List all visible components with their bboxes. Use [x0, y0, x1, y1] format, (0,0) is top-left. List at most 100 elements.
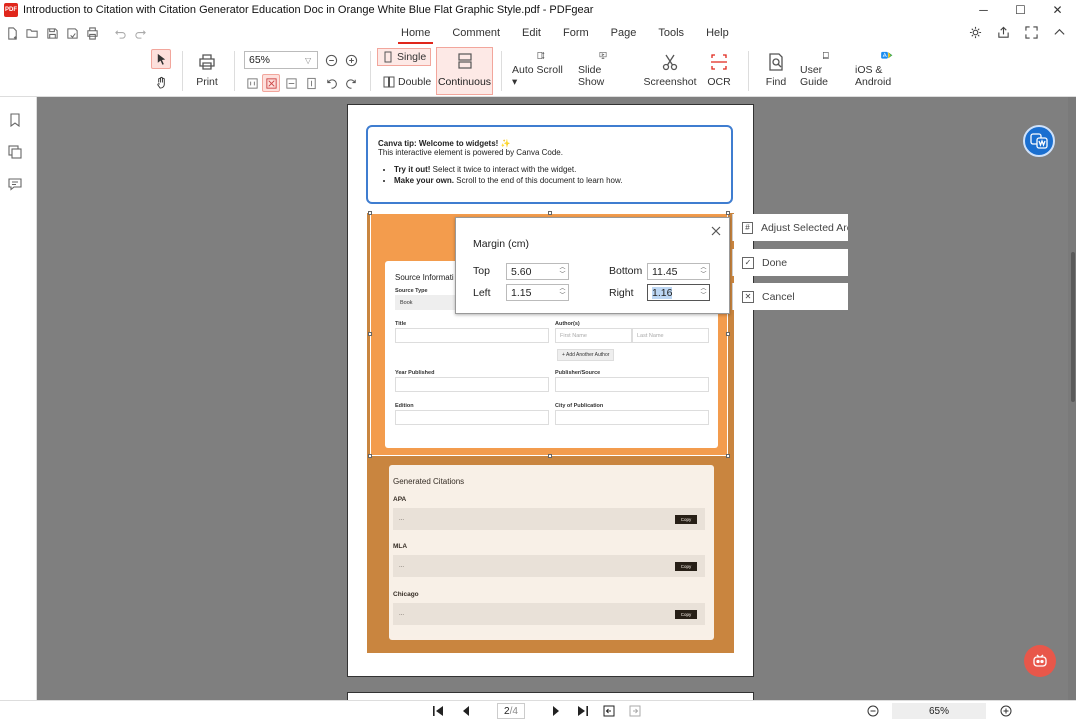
- cancel-button[interactable]: ✕ Cancel: [732, 283, 848, 310]
- undo-icon[interactable]: [112, 25, 128, 41]
- page-number-input[interactable]: 2/4: [497, 703, 525, 719]
- prev-page-icon[interactable]: [458, 704, 474, 718]
- comments-icon[interactable]: [8, 177, 24, 193]
- save-icon[interactable]: [44, 25, 60, 41]
- find-button[interactable]: Find: [762, 51, 790, 88]
- new-file-icon[interactable]: [4, 25, 20, 41]
- ai-assistant-button[interactable]: [1024, 645, 1056, 677]
- publisher-field[interactable]: [555, 377, 709, 392]
- ocr-icon: [711, 54, 727, 70]
- document-viewer[interactable]: Canva tip: Welcome to widgets! ✨ This in…: [37, 97, 1076, 700]
- book-icon: [823, 52, 829, 59]
- print-small-icon[interactable]: [84, 25, 100, 41]
- ocr-button[interactable]: OCR: [704, 51, 734, 88]
- rotate-right-icon[interactable]: [342, 74, 360, 92]
- theme-icon[interactable]: [966, 24, 984, 40]
- resize-handle[interactable]: [368, 211, 372, 215]
- double-page-icon: [383, 76, 395, 88]
- top-margin-input[interactable]: 5.60 ︿ ﹀: [506, 263, 569, 280]
- bookmark-icon[interactable]: [8, 113, 24, 129]
- maximize-button[interactable]: ☐: [1002, 0, 1039, 20]
- status-zoom-value[interactable]: 65%: [892, 703, 986, 719]
- tab-edit[interactable]: Edit: [511, 20, 552, 45]
- print-button[interactable]: Print: [191, 51, 223, 88]
- fit-width-icon[interactable]: [282, 74, 300, 92]
- thumbnails-icon[interactable]: [8, 145, 24, 161]
- close-window-button[interactable]: ✕: [1039, 0, 1076, 20]
- select-tool-icon[interactable]: [151, 49, 171, 69]
- right-margin-input[interactable]: 1.16 ︿ ﹀: [647, 284, 710, 301]
- tab-comment[interactable]: Comment: [441, 20, 511, 45]
- resize-handle[interactable]: [726, 454, 730, 458]
- zoom-in-icon[interactable]: [342, 51, 360, 69]
- share-icon[interactable]: [994, 24, 1012, 40]
- resize-handle[interactable]: [726, 211, 730, 215]
- minimize-button[interactable]: ─: [965, 0, 1002, 20]
- done-button[interactable]: ✓ Done: [732, 249, 848, 276]
- user-guide-button[interactable]: User Guide: [800, 51, 852, 88]
- go-forward-icon[interactable]: [627, 704, 643, 718]
- status-bar: 2/4 65%: [0, 700, 1076, 720]
- copy-button[interactable]: Copy: [675, 610, 697, 619]
- resize-handle[interactable]: [548, 454, 552, 458]
- last-page-icon[interactable]: [575, 704, 591, 718]
- resize-handle[interactable]: [368, 454, 372, 458]
- save-as-icon[interactable]: [64, 25, 80, 41]
- edition-field[interactable]: [395, 410, 549, 425]
- tab-tools[interactable]: Tools: [647, 20, 695, 45]
- close-icon[interactable]: [709, 224, 723, 238]
- tab-page[interactable]: Page: [600, 20, 648, 45]
- app-store-icon: [881, 51, 893, 59]
- single-page-button[interactable]: Single: [377, 48, 432, 66]
- resize-handle[interactable]: [726, 332, 730, 336]
- first-page-icon[interactable]: [430, 704, 446, 718]
- menu-bar: Home Comment Edit Form Page Tools Help: [0, 20, 1076, 45]
- adjust-selected-area-button[interactable]: #Adjust Selected Area: [732, 214, 848, 241]
- translate-float-button[interactable]: [1023, 125, 1055, 157]
- zoom-select[interactable]: 65% ▽: [244, 51, 318, 69]
- auto-scroll-button[interactable]: Auto Scroll ▾: [512, 51, 570, 88]
- bottom-margin-input[interactable]: 11.45 ︿ ﹀: [647, 263, 710, 280]
- add-author-button[interactable]: + Add Another Author: [557, 349, 615, 361]
- fit-page-icon[interactable]: [262, 74, 280, 92]
- tab-form[interactable]: Form: [552, 20, 600, 45]
- fit-height-icon[interactable]: [302, 74, 320, 92]
- tab-help[interactable]: Help: [695, 20, 740, 45]
- spin-arrows-icon[interactable]: ︿ ﹀: [558, 285, 567, 300]
- copy-button[interactable]: Copy: [675, 562, 697, 571]
- spin-arrows-icon[interactable]: ︿ ﹀: [699, 264, 708, 279]
- hand-tool-icon[interactable]: [152, 73, 170, 91]
- fullscreen-icon[interactable]: [1022, 24, 1040, 40]
- rotate-left-icon[interactable]: [322, 74, 340, 92]
- double-page-button[interactable]: Double: [379, 74, 435, 90]
- city-field[interactable]: [555, 410, 709, 425]
- continuous-button[interactable]: Continuous: [436, 47, 493, 95]
- zoom-out-icon[interactable]: [322, 51, 340, 69]
- left-margin-input[interactable]: 1.15 ︿ ﹀: [506, 284, 569, 301]
- first-name-field[interactable]: First Name: [555, 328, 632, 343]
- vertical-scrollbar[interactable]: [1068, 97, 1076, 700]
- copy-button[interactable]: Copy: [675, 515, 697, 524]
- go-back-icon[interactable]: [601, 704, 617, 718]
- status-zoom-in-icon[interactable]: [998, 704, 1014, 718]
- last-name-field[interactable]: Last Name: [632, 328, 709, 343]
- resize-handle[interactable]: [548, 211, 552, 215]
- chevron-down-icon: ▽: [305, 55, 312, 65]
- collapse-ribbon-icon[interactable]: [1050, 24, 1068, 40]
- redo-icon[interactable]: [132, 25, 148, 41]
- year-field[interactable]: [395, 377, 549, 392]
- spin-arrows-icon[interactable]: ︿ ﹀: [699, 285, 708, 300]
- next-page-icon[interactable]: [548, 704, 564, 718]
- screenshot-button[interactable]: Screenshot: [643, 51, 697, 88]
- open-folder-icon[interactable]: [24, 25, 40, 41]
- window-title: Introduction to Citation with Citation G…: [23, 4, 594, 16]
- status-zoom-out-icon[interactable]: [865, 704, 881, 718]
- ios-android-button[interactable]: iOS & Android: [855, 51, 919, 88]
- tab-home[interactable]: Home: [390, 20, 441, 45]
- spin-arrows-icon[interactable]: ︿ ﹀: [558, 264, 567, 279]
- actual-size-icon[interactable]: [243, 74, 261, 92]
- scroll-thumb[interactable]: [1071, 252, 1075, 402]
- slide-show-button[interactable]: Slide Show: [578, 51, 628, 88]
- title-field[interactable]: [395, 328, 549, 343]
- resize-handle[interactable]: [368, 332, 372, 336]
